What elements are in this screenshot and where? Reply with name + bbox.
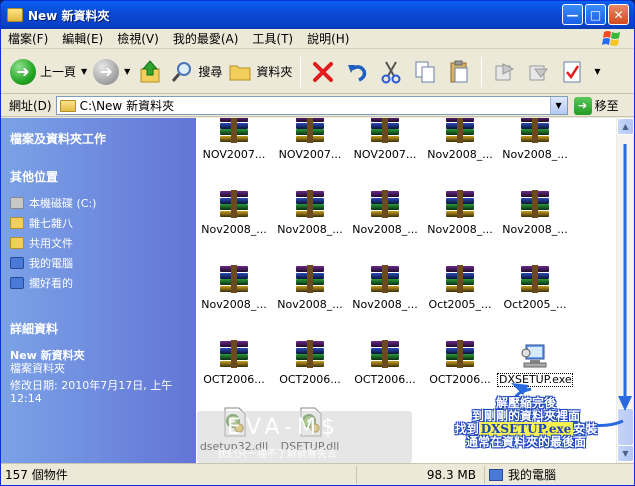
computer-icon — [489, 468, 503, 481]
status-location-label: 我的電腦 — [508, 468, 557, 482]
status-size: 98.3 MB — [357, 465, 485, 484]
status-location: 我的電腦 — [485, 466, 633, 484]
instruction-annotation: 解壓縮完後 到剛剛的資料夾裡面 找到 DXSETUP.exe 安裝 通常在資料夾的最… — [446, 397, 606, 449]
arrow-to-scrollbar — [560, 144, 632, 428]
annotation-text: 找到 — [454, 422, 479, 436]
annotation-text: 安裝 — [573, 422, 598, 436]
annotation-line: 通常在資料夾的最後面 — [465, 435, 586, 449]
status-count: 157 個物件 — [1, 465, 357, 484]
explorer-window: New 新資料夾 — □ ✕ 檔案(F) 編輯(E) 檢視(V) 我的最愛(A)… — [0, 0, 635, 486]
annotation-highlight: DXSETUP.exe — [478, 422, 574, 436]
status-bar: 157 個物件 98.3 MB 我的電腦 — [1, 463, 634, 485]
